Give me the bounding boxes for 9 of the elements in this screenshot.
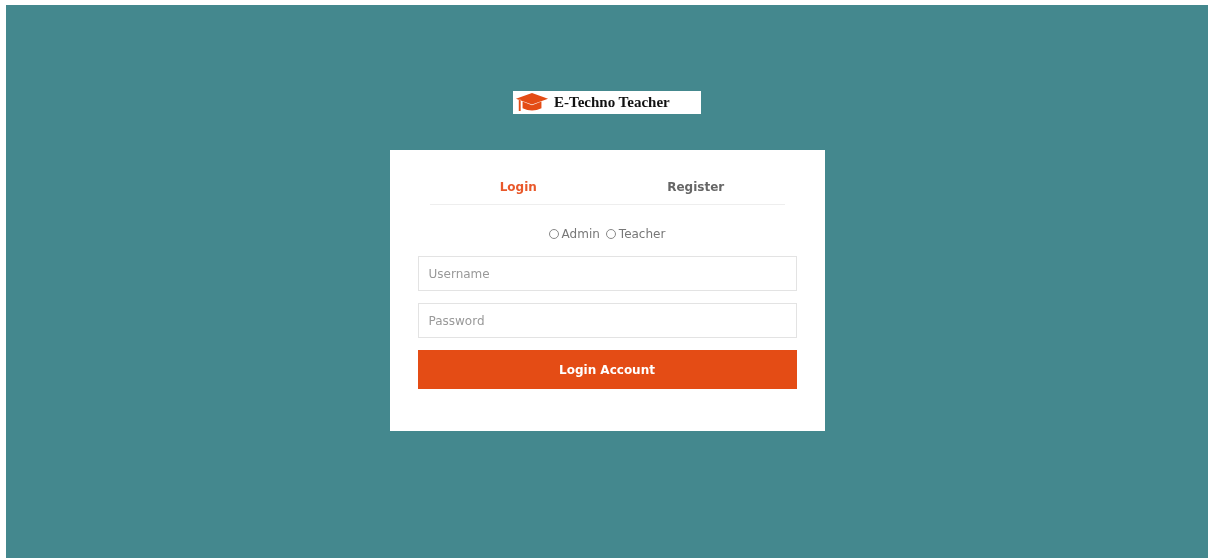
tab[interactable]: Login [429, 170, 607, 204]
radio-label[interactable]: Teacher [618, 227, 666, 241]
login-button[interactable]: Login Account [417, 350, 797, 389]
graduation-cap-icon [515, 92, 549, 113]
input-field[interactable]: Username [417, 256, 797, 291]
tab[interactable]: Register [607, 170, 785, 204]
logo-text: E-Techno Teacher [554, 94, 670, 111]
input-field[interactable]: Password [417, 303, 797, 338]
radio-label[interactable]: Admin [561, 227, 600, 241]
